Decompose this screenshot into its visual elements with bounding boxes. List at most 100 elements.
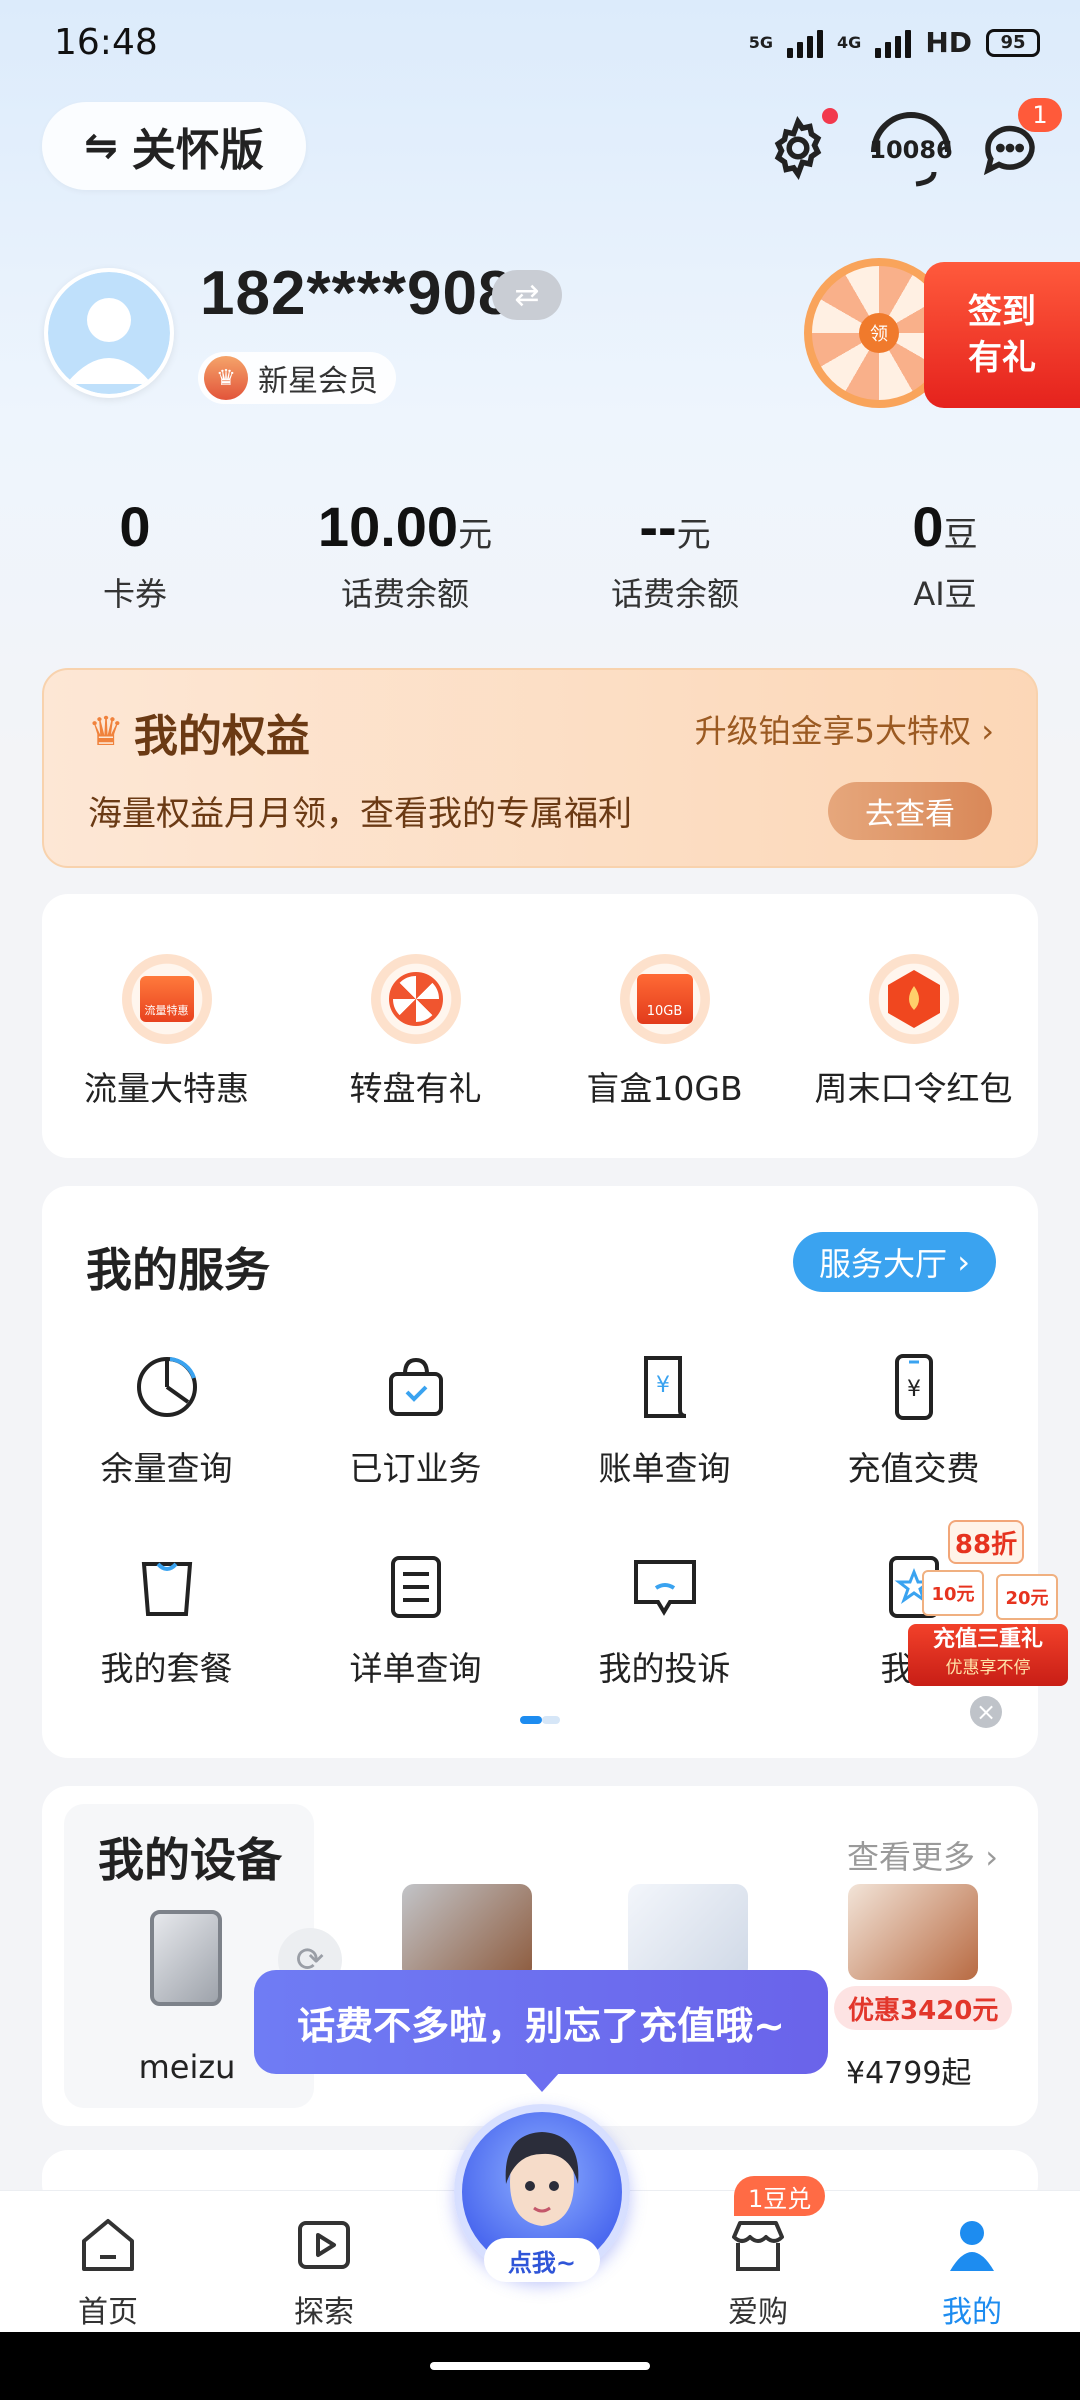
stat-unit: 元 — [676, 515, 711, 555]
shopping-bag-check-icon — [388, 1357, 443, 1416]
service-complaint[interactable]: 我的投诉 — [540, 1552, 789, 1690]
promo-label: 转盘有礼 — [349, 1069, 482, 1108]
data-deal-icon: 流量特惠 — [121, 954, 212, 1044]
nav-shop[interactable]: 爱购 — [688, 2213, 828, 2331]
settings-button[interactable] — [758, 108, 838, 188]
svg-text:¥: ¥ — [656, 1373, 670, 1398]
tap-me-button[interactable]: 点我~ — [484, 2238, 600, 2282]
close-icon: × — [975, 1698, 997, 1726]
swap-arrows-icon: ⇄ — [514, 277, 540, 313]
store-icon — [732, 2221, 784, 2271]
promo-label: 流量大特惠 — [84, 1069, 249, 1108]
service-balance-query[interactable]: 余量查询 — [42, 1352, 291, 1490]
nav-explore[interactable]: 探索 — [254, 2213, 394, 2331]
ad-line1: 充值三重礼 — [932, 1627, 1043, 1652]
stat-label: 卡券 — [102, 575, 167, 613]
gear-icon — [774, 115, 822, 181]
stat-value: 0 — [912, 495, 944, 558]
service-recharge[interactable]: ¥ 充值交费 — [789, 1352, 1038, 1490]
signal-icon-2 — [875, 28, 912, 58]
my-device-name: meizu — [138, 2048, 236, 2086]
stat-value: -- — [639, 495, 677, 558]
crown-icon: ♛ — [88, 709, 124, 755]
close-ad-button[interactable]: × — [970, 1696, 1002, 1728]
promo-item-blindbox[interactable]: 10GB 盲盒10GB — [540, 954, 789, 1110]
recharge-reminder-tooltip[interactable]: 话费不多啦，别忘了充值哦~ — [254, 1970, 828, 2092]
promo-item-red-packet[interactable]: 周末口令红包 — [789, 954, 1038, 1110]
coupon-20: 20元 — [996, 1574, 1058, 1620]
promo-label: 盲盒10GB — [586, 1069, 743, 1108]
chevron-right-icon: › — [981, 712, 994, 750]
stat-coupons[interactable]: 0 卡券 — [0, 494, 270, 615]
promo-card: 流量特惠 流量大特惠 转盘有礼 10GB 盲盒10GB 周末口令红包 — [42, 894, 1038, 1158]
care-mode-button[interactable]: ⇋ 关怀版 — [42, 102, 306, 190]
phone-product-image-2[interactable] — [628, 1884, 748, 1980]
bill-icon: ¥ — [643, 1356, 686, 1418]
services-title: 我的服务 — [86, 1243, 270, 1297]
promo-item-wheel[interactable]: 转盘有礼 — [291, 954, 540, 1110]
red-packet-icon — [868, 954, 959, 1044]
service-subscribed[interactable]: 已订业务 — [291, 1352, 540, 1490]
system-home-indicator — [0, 2332, 1080, 2400]
avatar[interactable] — [44, 268, 174, 398]
view-more-link[interactable]: 查看更多 › — [847, 1832, 998, 1878]
coupon-10: 10元 — [922, 1570, 984, 1616]
battery-icon: 95 — [986, 28, 1040, 57]
discount-tag: 优惠3420元 — [834, 1986, 1013, 2030]
messages-button[interactable]: 1 — [970, 98, 1062, 188]
status-time: 16:48 — [54, 22, 158, 63]
user-icon-active — [950, 2221, 994, 2271]
service-label: 已订业务 — [349, 1449, 482, 1488]
upgrade-platinum-link[interactable]: 升级铂金享5大特权 › — [695, 706, 994, 752]
default-user-icon — [48, 272, 170, 394]
switch-account-button[interactable]: ⇄ — [492, 270, 562, 320]
product-price: ¥4799起 — [846, 2056, 972, 2091]
service-label: 余量查询 — [100, 1449, 233, 1488]
service-label: 账单查询 — [598, 1449, 731, 1488]
recharge-gift-float-ad[interactable]: 88折 10元 20元 充值三重礼 优惠享不停 — [908, 1520, 1068, 1690]
rights-title-text: 我的权益 — [133, 711, 310, 762]
member-level-badge[interactable]: ♛ 新星会员 — [198, 352, 396, 404]
checkin-line1: 签到 — [968, 292, 1036, 332]
tablet-device-icon — [150, 1910, 222, 2006]
nav-label: 探索 — [294, 2295, 354, 2330]
message-sad-icon — [633, 1560, 696, 1616]
view-more-label: 查看更多 — [847, 1838, 976, 1876]
settings-notification-dot — [822, 108, 838, 124]
service-hall-button[interactable]: 服务大厅 › — [793, 1232, 996, 1292]
service-label: 我的投诉 — [598, 1649, 731, 1688]
svg-text:¥: ¥ — [907, 1377, 921, 1402]
checkin-reward-banner[interactable]: 领 签到 有礼 — [804, 258, 1080, 410]
promo-item-data-deal[interactable]: 流量特惠 流量大特惠 — [42, 954, 291, 1110]
home-indicator-bar[interactable] — [430, 2362, 650, 2370]
checkin-ribbon: 签到 有礼 — [924, 262, 1080, 408]
stat-ai-beans[interactable]: 0豆 AI豆 — [810, 494, 1080, 615]
hd-label: HD — [925, 26, 972, 59]
stat-balance[interactable]: 10.00元 话费余额 — [270, 494, 540, 615]
status-icons: 5G 4G HD 95 — [749, 26, 1040, 59]
video-play-icon — [298, 2221, 350, 2269]
service-detail-query[interactable]: 详单查询 — [291, 1552, 540, 1690]
view-rights-button[interactable]: 去查看 — [828, 782, 992, 840]
care-mode-label: 关怀版 — [131, 125, 264, 176]
phone-product-image-3[interactable] — [848, 1884, 978, 1980]
my-rights-card[interactable]: ♛ 我的权益 升级铂金享5大特权 › 海量权益月月领，查看我的专属福利 去查看 — [42, 668, 1038, 868]
service-hall-label: 服务大厅 — [819, 1245, 948, 1283]
battery-level: 95 — [1000, 32, 1026, 53]
service-label: 详单查询 — [349, 1649, 482, 1688]
phone-product-image[interactable] — [402, 1884, 532, 1980]
rights-description: 海量权益月月领，查看我的专属福利 — [88, 794, 632, 834]
hotline-button[interactable]: 10086 — [864, 108, 958, 188]
crown-icon: ♛ — [204, 356, 248, 400]
hotline-number: 10086 — [869, 136, 953, 164]
service-my-plan[interactable]: 我的套餐 — [42, 1552, 291, 1690]
switch-arrows-icon: ⇋ — [84, 123, 118, 169]
service-bill-query[interactable]: ¥ 账单查询 — [540, 1352, 789, 1490]
stat-unit: 元 — [458, 515, 493, 555]
network-4g-label: 4G — [837, 33, 862, 52]
stat-balance-2[interactable]: --元 话费余额 — [540, 494, 810, 615]
nav-mine[interactable]: 我的 — [902, 2213, 1042, 2331]
stat-label: AI豆 — [913, 575, 977, 613]
wheel-icon — [370, 954, 461, 1044]
nav-home[interactable]: 首页 — [38, 2213, 178, 2331]
